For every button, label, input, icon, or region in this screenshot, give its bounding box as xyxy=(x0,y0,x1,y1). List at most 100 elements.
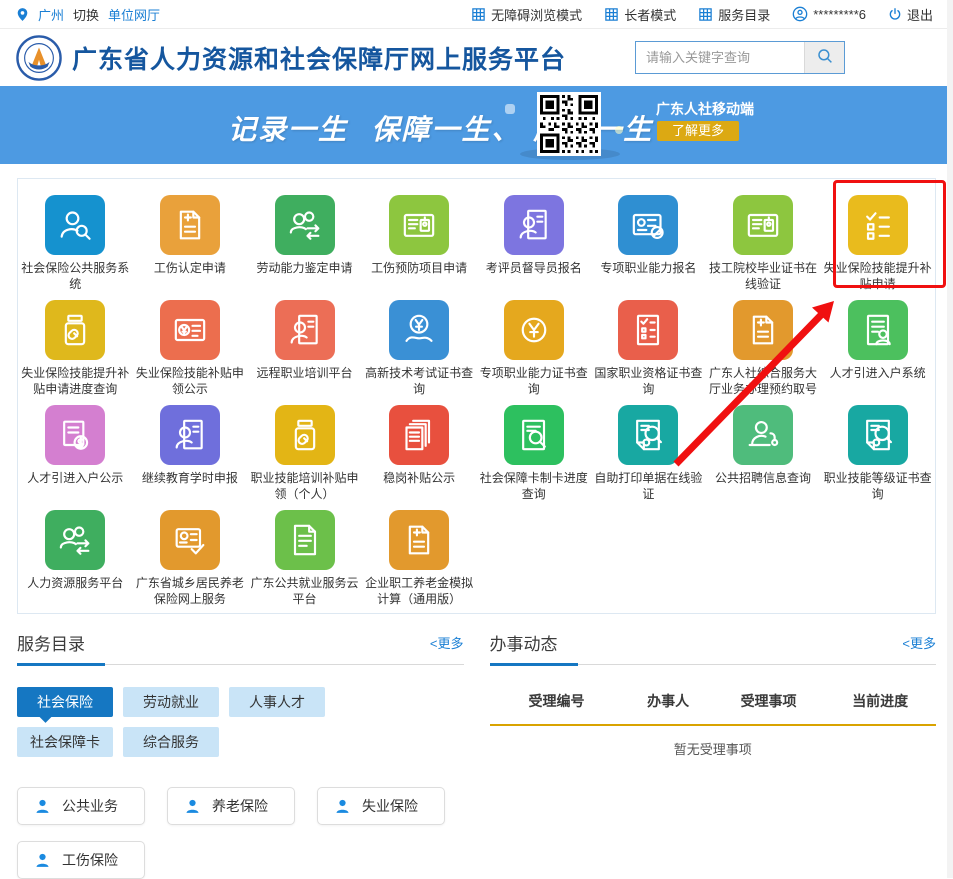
catalog-tab[interactable]: 社会保险 xyxy=(17,687,113,717)
catalog-button[interactable]: 工伤保险 xyxy=(17,841,145,879)
checklist-person-icon xyxy=(628,310,668,350)
unit-portal-link[interactable]: 单位网厅 xyxy=(108,5,160,24)
accessibility-mode-link[interactable]: 无障碍浏览模式 xyxy=(471,5,582,24)
service-item[interactable]: 职业技能培训补贴申领（个人） xyxy=(247,397,362,502)
catalog-button-label: 失业保险 xyxy=(362,796,418,816)
service-item[interactable]: 继续教育学时申报 xyxy=(133,397,248,502)
catalog-button[interactable]: 养老保险 xyxy=(167,787,295,825)
scrollbar[interactable] xyxy=(947,0,953,878)
catalog-button-label: 养老保险 xyxy=(212,796,268,816)
document-plus-icon xyxy=(743,310,783,350)
person-icon xyxy=(334,798,351,815)
service-item-label: 自助打印单据在线验证 xyxy=(594,470,703,502)
catalog-grid-icon xyxy=(698,7,713,22)
service-item[interactable]: 广东人社综合服务大厅业务办理预约取号 xyxy=(706,292,821,397)
document-search-at-icon xyxy=(858,415,898,455)
service-item[interactable]: 失业保险技能补贴申领公示 xyxy=(133,292,248,397)
search-button[interactable] xyxy=(804,42,844,73)
search-input[interactable] xyxy=(636,42,804,73)
activity-column-header: 办事人 xyxy=(623,691,712,711)
activity-section: 办事动态 <更多 受理编号办事人受理事项当前进度 暂无受理事项 xyxy=(490,630,937,879)
service-item-tile xyxy=(504,405,564,465)
power-icon xyxy=(888,7,902,21)
catalog-tab[interactable]: 综合服务 xyxy=(123,727,219,757)
elder-mode-link[interactable]: 长者模式 xyxy=(604,5,676,24)
service-item-tile xyxy=(848,195,908,255)
service-item[interactable]: 劳动能力鉴定申请 xyxy=(247,187,362,292)
service-item-tile xyxy=(45,405,105,465)
document-person-icon xyxy=(858,310,898,350)
service-item[interactable]: 人才引进入户系统 xyxy=(820,292,935,397)
service-item[interactable]: 社会保险公共服务系统 xyxy=(18,187,133,292)
document-lines-icon xyxy=(285,520,325,560)
mobile-app-label: 广东人社移动端 xyxy=(656,99,754,119)
service-item[interactable]: 稳岗补贴公示 xyxy=(362,397,477,502)
service-item[interactable]: 工伤预防项目申请 xyxy=(362,187,477,292)
logout-link[interactable]: 退出 xyxy=(888,5,933,24)
service-item[interactable]: 人力资源服务平台 xyxy=(18,502,133,607)
service-item-tile xyxy=(848,405,908,465)
person-document-icon xyxy=(285,310,325,350)
switch-location-link[interactable]: 切换 xyxy=(73,5,99,24)
catalog-tab[interactable]: 社会保障卡 xyxy=(17,727,113,757)
service-item-label: 失业保险技能补贴申领公示 xyxy=(136,365,245,397)
username-text: *********6 xyxy=(813,7,866,22)
catalog-button[interactable]: 公共业务 xyxy=(17,787,145,825)
user-account[interactable]: *********6 xyxy=(792,6,866,22)
person-search-icon xyxy=(55,205,95,245)
service-item-label: 社会保障卡制卡进度查询 xyxy=(480,470,589,502)
catalog-tab[interactable]: 人事人才 xyxy=(229,687,325,717)
service-item[interactable]: 公共招聘信息查询 xyxy=(706,397,821,502)
service-item[interactable]: 考评员督导员报名 xyxy=(477,187,592,292)
service-item[interactable]: 国家职业资格证书查询 xyxy=(591,292,706,397)
service-item[interactable]: 人才引进入户公示 xyxy=(18,397,133,502)
service-item-label: 专项职业能力报名 xyxy=(600,260,696,292)
section-accent-bar xyxy=(17,663,105,666)
service-item-tile xyxy=(618,405,678,465)
service-item[interactable]: 专项职业能力报名 xyxy=(591,187,706,292)
service-item-label: 远程职业培训平台 xyxy=(257,365,353,397)
person-icon xyxy=(34,852,51,869)
service-item-tile xyxy=(733,195,793,255)
service-catalog-link[interactable]: 服务目录 xyxy=(698,5,770,24)
service-item-label: 人才引进入户公示 xyxy=(27,470,123,502)
service-item[interactable]: 广东公共就业服务云平台 xyxy=(247,502,362,607)
activity-column-header: 受理编号 xyxy=(490,691,624,711)
catalog-buttons: 公共业务 养老保险 失业保险工伤保险 xyxy=(17,787,457,879)
people-arrows-icon xyxy=(285,205,325,245)
service-item[interactable]: 技工院校毕业证书在线验证 xyxy=(706,187,821,292)
person-document-icon xyxy=(514,205,554,245)
documents-stack-icon xyxy=(399,415,439,455)
activity-column-header: 当前进度 xyxy=(824,691,936,711)
service-item[interactable]: 失业保险技能提升补贴申请 xyxy=(820,187,935,292)
service-item-tile xyxy=(504,195,564,255)
section-title-service-catalog: 服务目录 xyxy=(17,630,85,655)
location-label[interactable]: 广州 xyxy=(38,5,64,24)
service-item[interactable]: 失业保险技能提升补贴申请进度查询 xyxy=(18,292,133,397)
document-plus-icon xyxy=(399,520,439,560)
service-catalog-more-link[interactable]: <更多 xyxy=(430,633,464,652)
service-item-tile xyxy=(504,300,564,360)
learn-more-button[interactable]: 了解更多 xyxy=(657,121,739,141)
service-item-label: 人力资源服务平台 xyxy=(27,575,123,607)
service-item-tile xyxy=(389,300,449,360)
service-item-label: 继续教育学时申报 xyxy=(142,470,238,502)
catalog-button[interactable]: 失业保险 xyxy=(317,787,445,825)
qr-code xyxy=(537,92,601,156)
activity-more-link[interactable]: <更多 xyxy=(902,633,936,652)
service-item[interactable]: 高新技术考试证书查询 xyxy=(362,292,477,397)
service-item[interactable]: 专项职业能力证书查询 xyxy=(477,292,592,397)
service-item-label: 劳动能力鉴定申请 xyxy=(257,260,353,292)
service-item[interactable]: 自助打印单据在线验证 xyxy=(591,397,706,502)
service-item[interactable]: 工伤认定申请 xyxy=(133,187,248,292)
service-item-tile xyxy=(275,300,335,360)
service-item[interactable]: 远程职业培训平台 xyxy=(247,292,362,397)
service-item[interactable]: 广东省城乡居民养老保险网上服务 xyxy=(133,502,248,607)
catalog-button-label: 工伤保险 xyxy=(62,850,118,870)
site-logo xyxy=(16,35,62,81)
bottle-icon xyxy=(55,310,95,350)
service-item[interactable]: 企业职工养老金模拟计算（通用版） xyxy=(362,502,477,607)
service-item[interactable]: 职业技能等级证书查询 xyxy=(820,397,935,502)
service-item[interactable]: 社会保障卡制卡进度查询 xyxy=(477,397,592,502)
catalog-tab[interactable]: 劳动就业 xyxy=(123,687,219,717)
